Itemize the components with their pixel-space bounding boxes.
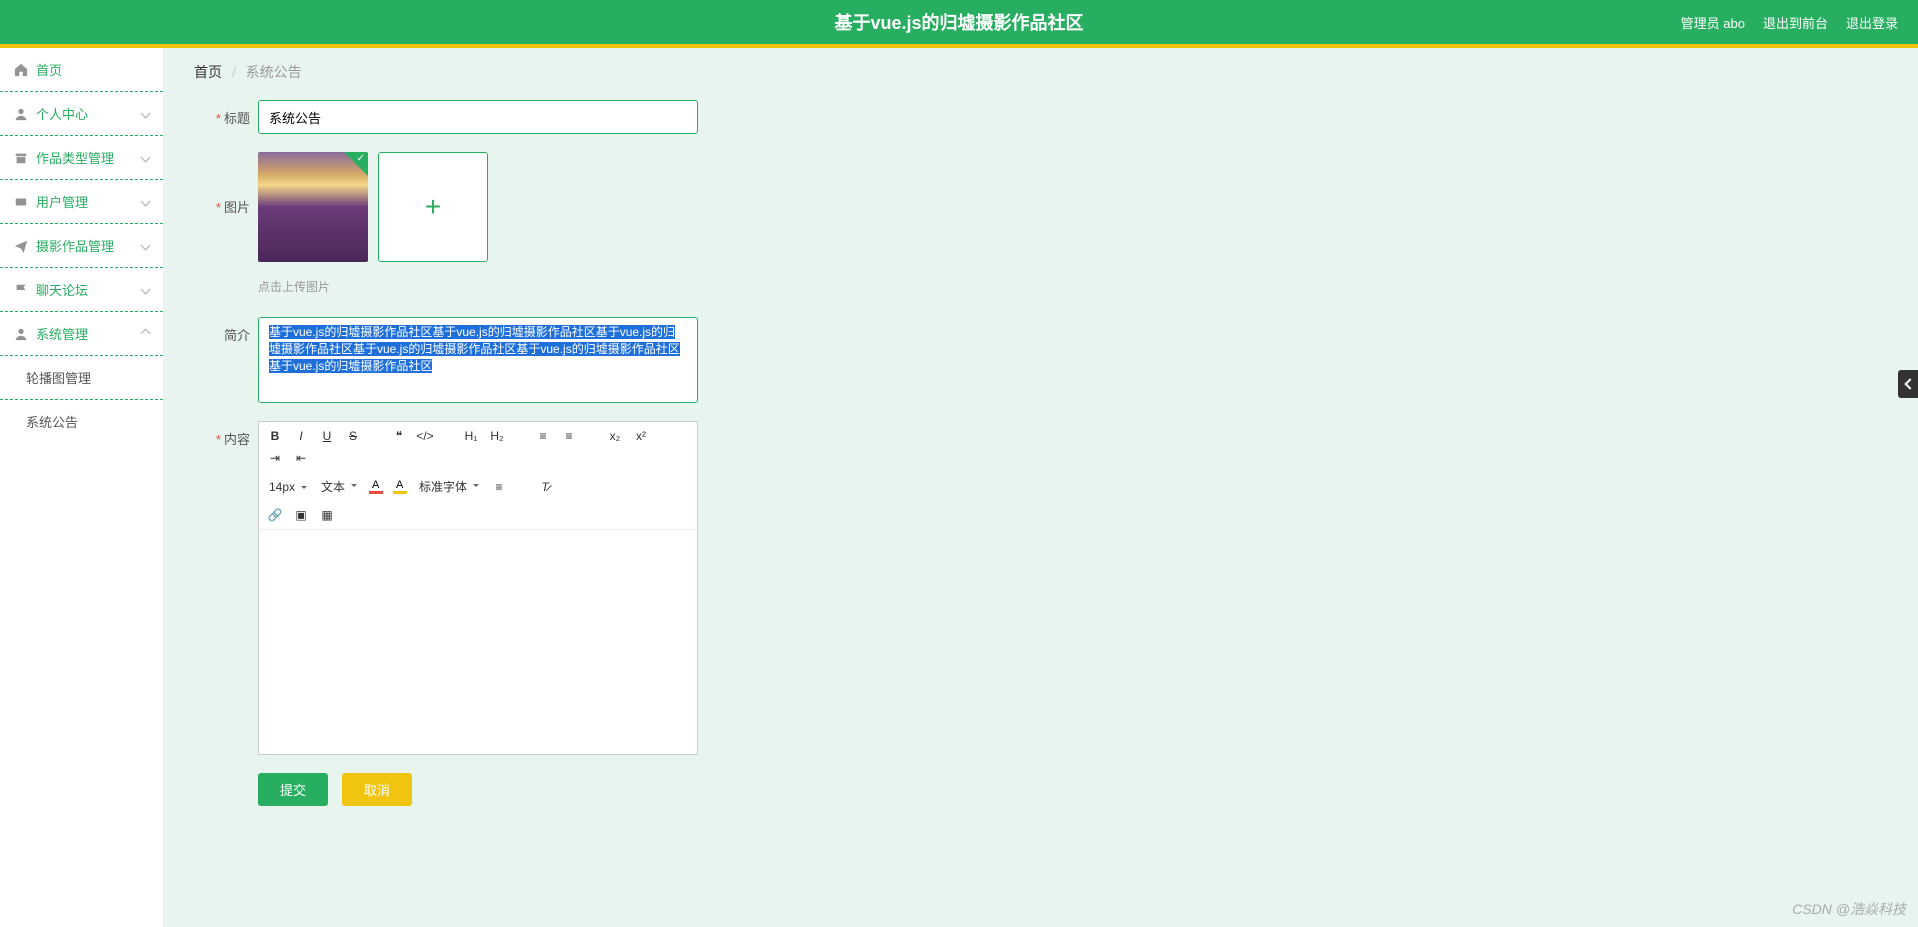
sidebar-item-label: 首页 xyxy=(36,60,62,79)
underline-button[interactable]: U xyxy=(319,428,335,444)
sidebar-item-profile[interactable]: 个人中心 xyxy=(0,92,163,136)
sidebar-item-label: 作品类型管理 xyxy=(36,148,114,167)
subscript-button[interactable]: x₂ xyxy=(607,428,623,444)
logout-link[interactable]: 退出登录 xyxy=(1846,13,1898,32)
title-input[interactable] xyxy=(258,100,698,134)
user-icon xyxy=(14,327,28,341)
clear-format-button[interactable]: T̷ xyxy=(537,479,553,495)
bold-button[interactable]: B xyxy=(267,428,283,444)
bg-color-button[interactable]: A xyxy=(393,480,407,494)
main-content: 首页 / 系统公告 标题 图片 xyxy=(164,48,1918,927)
sidebar: 首页 个人中心 作品类型管理 用户管理 摄影作品管理 聊天论坛 系统管理 轮播图… xyxy=(0,48,164,927)
sidebar-subitem-carousel[interactable]: 轮播图管理 xyxy=(0,356,163,400)
sidebar-item-label: 系统管理 xyxy=(36,324,88,343)
watermark: CSDN @浩焱科技 xyxy=(1792,899,1906,919)
align-button[interactable]: ≡ xyxy=(491,479,507,495)
side-collapse-tab[interactable] xyxy=(1898,370,1918,398)
exit-to-front-link[interactable]: 退出到前台 xyxy=(1763,13,1828,32)
font-family-select[interactable]: 标准字体 xyxy=(417,478,481,495)
form-row-content: 内容 B I U S ❝ </> H₁ H₂ xyxy=(194,421,1888,755)
form-row-intro: 简介 基于vue.js的归墟摄影作品社区基于vue.js的归墟摄影作品社区基于v… xyxy=(194,317,1888,403)
text-color-button[interactable]: A xyxy=(369,480,383,494)
sidebar-item-label: 用户管理 xyxy=(36,192,88,211)
flag-icon xyxy=(14,283,28,297)
form-actions: 提交 取消 xyxy=(258,773,1888,806)
font-style-select[interactable]: 文本 xyxy=(319,478,359,495)
content-label: 内容 xyxy=(194,421,250,448)
intro-label: 简介 xyxy=(194,317,250,344)
upload-hint: 点击上传图片 xyxy=(258,278,330,295)
breadcrumb-separator: / xyxy=(232,64,236,80)
uploaded-image-thumb[interactable] xyxy=(258,152,368,262)
breadcrumb-home[interactable]: 首页 xyxy=(194,64,222,80)
sidebar-item-label: 摄影作品管理 xyxy=(36,236,114,255)
link-button[interactable]: 🔗 xyxy=(267,507,283,523)
breadcrumb-current: 系统公告 xyxy=(246,64,302,80)
italic-button[interactable]: I xyxy=(293,428,309,444)
title-label: 标题 xyxy=(194,100,250,127)
sidebar-item-work-type[interactable]: 作品类型管理 xyxy=(0,136,163,180)
form-row-title: 标题 xyxy=(194,100,1888,134)
sidebar-item-forum[interactable]: 聊天论坛 xyxy=(0,268,163,312)
app-title: 基于vue.js的归墟摄影作品社区 xyxy=(834,9,1083,35)
sidebar-item-label: 聊天论坛 xyxy=(36,280,88,299)
send-icon xyxy=(14,239,28,253)
upload-button[interactable]: + xyxy=(378,152,488,262)
thumb-image xyxy=(258,152,368,262)
code-button[interactable]: </> xyxy=(417,428,433,444)
sidebar-subitem-announcement[interactable]: 系统公告 xyxy=(0,400,163,443)
form-row-image: 图片 + xyxy=(194,152,1888,262)
editor-toolbar: B I U S ❝ </> H₁ H₂ ≡ ≡ xyxy=(259,422,697,530)
unordered-list-button[interactable]: ≡ xyxy=(561,428,577,444)
sidebar-item-home[interactable]: 首页 xyxy=(0,48,163,92)
ordered-list-button[interactable]: ≡ xyxy=(535,428,551,444)
submit-button[interactable]: 提交 xyxy=(258,773,328,806)
image-label: 图片 xyxy=(194,152,250,216)
user-icon xyxy=(14,107,28,121)
breadcrumb: 首页 / 系统公告 xyxy=(164,48,1918,96)
sidebar-item-photo-works[interactable]: 摄影作品管理 xyxy=(0,224,163,268)
sidebar-item-users[interactable]: 用户管理 xyxy=(0,180,163,224)
rich-text-editor: B I U S ❝ </> H₁ H₂ ≡ ≡ xyxy=(258,421,698,755)
indent-button[interactable]: ⇥ xyxy=(267,450,283,466)
users-icon xyxy=(14,195,28,209)
strikethrough-button[interactable]: S xyxy=(345,428,361,444)
editor-content[interactable] xyxy=(259,530,697,754)
outdent-button[interactable]: ⇤ xyxy=(293,450,309,466)
admin-label[interactable]: 管理员 abo xyxy=(1681,13,1745,32)
form-row-upload-hint: 点击上传图片 xyxy=(194,274,1888,295)
video-button[interactable]: ▦ xyxy=(319,507,335,523)
archive-icon xyxy=(14,151,28,165)
upload-area: + xyxy=(258,152,488,262)
quote-button[interactable]: ❝ xyxy=(391,428,407,444)
sidebar-item-label: 个人中心 xyxy=(36,104,88,123)
h2-button[interactable]: H₂ xyxy=(489,428,505,444)
superscript-button[interactable]: x² xyxy=(633,428,649,444)
intro-text-selected: 基于vue.js的归墟摄影作品社区基于vue.js的归墟摄影作品社区基于vue.… xyxy=(269,325,680,373)
home-icon xyxy=(14,63,28,77)
app-header: 基于vue.js的归墟摄影作品社区 管理员 abo 退出到前台 退出登录 xyxy=(0,0,1918,44)
header-actions: 管理员 abo 退出到前台 退出登录 xyxy=(1681,13,1918,32)
cancel-button[interactable]: 取消 xyxy=(342,773,412,806)
sidebar-item-system[interactable]: 系统管理 xyxy=(0,312,163,356)
plus-icon: + xyxy=(425,191,441,223)
intro-textarea[interactable]: 基于vue.js的归墟摄影作品社区基于vue.js的归墟摄影作品社区基于vue.… xyxy=(258,317,698,403)
image-button[interactable]: ▣ xyxy=(293,507,309,523)
font-size-select[interactable]: 14px xyxy=(267,480,309,494)
h1-button[interactable]: H₁ xyxy=(463,428,479,444)
form: 标题 图片 + xyxy=(164,96,1918,836)
